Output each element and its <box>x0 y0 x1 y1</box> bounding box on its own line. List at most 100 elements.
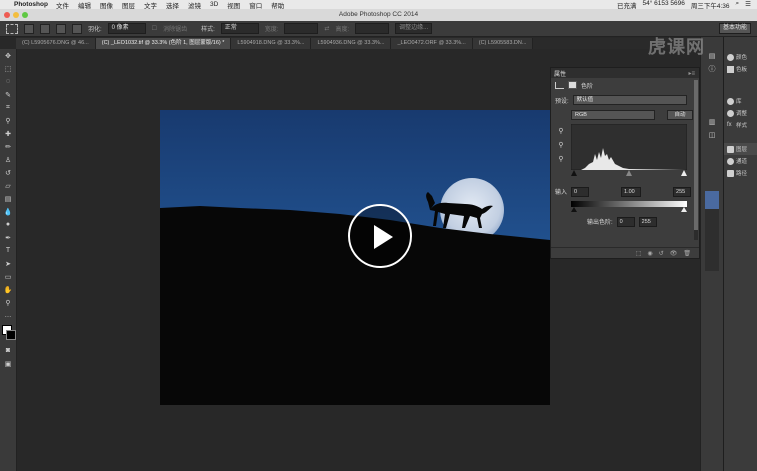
panel-styles[interactable]: fx 样式 <box>724 119 757 131</box>
workspace-select[interactable]: 基本功能 <box>718 23 751 34</box>
history-brush-tool-icon[interactable]: ↺ <box>0 166 16 179</box>
zoom-window-button[interactable] <box>22 12 28 18</box>
preset-label: 预设: <box>555 98 569 105</box>
width-input[interactable] <box>284 23 319 34</box>
panel-libraries[interactable]: 库 <box>724 95 757 107</box>
channels-icon <box>727 157 734 165</box>
hand-tool-icon[interactable]: ✋ <box>0 283 16 296</box>
style-label: 样式: <box>201 27 215 33</box>
black-eyedropper-icon[interactable]: ⚲ <box>553 124 569 138</box>
levels-histogram <box>571 124 687 170</box>
tab-document[interactable]: (C) L5905583.DN... <box>472 38 534 49</box>
dodge-tool-icon[interactable]: ● <box>0 218 16 231</box>
reset-icon[interactable]: ↺ <box>659 250 664 257</box>
play-icon <box>374 225 393 249</box>
mask-icon[interactable] <box>568 81 577 89</box>
subtract-selection-icon[interactable] <box>56 23 66 34</box>
options-bar: 羽化: 0 像素 ☐ 消除锯齿 样式: 正常 宽度: ⇄ 高度: 调整边缘...… <box>0 21 757 37</box>
video-play-button[interactable] <box>348 204 412 268</box>
input-gamma-field[interactable]: 1.00 <box>621 186 642 197</box>
input-sliders[interactable] <box>571 170 687 176</box>
panel-layers[interactable]: 图层 <box>724 143 757 155</box>
eyedropper-tool-icon[interactable]: ⚲ <box>0 114 16 127</box>
refine-edge-button[interactable]: 调整边缘... <box>395 23 433 34</box>
output-white-field[interactable]: 255 <box>638 216 657 227</box>
height-label: 高度: <box>335 27 350 33</box>
tab-document[interactable]: L5904936.DNG @ 33.3%... <box>311 38 392 49</box>
color-swatches-icon[interactable] <box>0 322 16 344</box>
gray-eyedropper-icon[interactable]: ⚲ <box>553 138 569 152</box>
tab-document[interactable]: _LEO0472.ORF @ 33.3%... <box>391 38 473 49</box>
input-label: 输入 <box>555 190 568 196</box>
path-select-tool-icon[interactable]: ➤ <box>0 257 16 270</box>
lasso-tool-icon[interactable]: ◌ <box>0 75 16 88</box>
panel-menu-icon[interactable]: ▸≡ <box>688 70 695 77</box>
histogram-icon[interactable]: ▥ <box>701 115 723 128</box>
swap-icon[interactable]: ⇄ <box>324 25 329 32</box>
channel-select[interactable]: RGB <box>571 110 655 120</box>
panel-scrollbar[interactable] <box>694 80 698 240</box>
move-tool-icon[interactable]: ✥ <box>0 49 16 62</box>
blur-tool-icon[interactable]: 💧 <box>0 205 16 218</box>
new-selection-icon[interactable] <box>24 23 34 34</box>
mac-menu-bar: Photoshop 文件 编辑 图像 图层 文字 选择 滤镜 3D 视图 窗口 … <box>0 0 757 10</box>
view-previous-icon[interactable]: ◉ <box>647 250 652 257</box>
horse-moon-photo <box>160 110 550 405</box>
adjust-icon <box>727 109 734 117</box>
tab-document[interactable]: (C) L5905676.DNG @ 46... <box>16 38 96 49</box>
panel-icon-strip: ▤ ⓘ ▥ ◫ <box>700 37 723 471</box>
output-label: 输出色阶: <box>587 220 613 226</box>
panel-paths[interactable]: 路径 <box>724 167 757 179</box>
zoom-tool-icon[interactable]: ⚲ <box>0 296 16 309</box>
panel-channels[interactable]: 通道 <box>724 155 757 167</box>
close-window-button[interactable] <box>4 12 10 18</box>
quick-select-tool-icon[interactable]: ✎ <box>0 88 16 101</box>
pen-tool-icon[interactable]: ✒ <box>0 231 16 244</box>
clone-stamp-tool-icon[interactable]: ♙ <box>0 153 16 166</box>
healing-brush-tool-icon[interactable]: ✚ <box>0 127 16 140</box>
marquee-tool-icon[interactable] <box>6 23 18 34</box>
marquee-tool-icon[interactable]: ⬚ <box>0 62 16 75</box>
height-input[interactable] <box>355 23 390 34</box>
intersect-selection-icon[interactable] <box>72 23 82 34</box>
fx-icon: fx <box>727 121 732 128</box>
panel-color[interactable]: 颜色 <box>724 51 757 63</box>
window-title-bar: Adobe Photoshop CC 2014 <box>0 9 757 21</box>
quick-mask-icon[interactable]: ◙ <box>0 344 16 357</box>
output-black-field[interactable]: 0 <box>616 216 635 227</box>
auto-button[interactable]: 自动 <box>667 110 693 120</box>
visibility-icon[interactable]: 👁 <box>670 250 678 257</box>
antialias-checkbox[interactable]: ☐ <box>152 25 157 32</box>
style-select[interactable]: 正常 <box>220 23 259 34</box>
menu-3d[interactable]: 3D <box>210 1 218 8</box>
info-icon[interactable]: ⓘ <box>701 62 723 75</box>
gradient-tool-icon[interactable]: ▤ <box>0 192 16 205</box>
more-tools-icon[interactable]: … <box>0 309 16 322</box>
feather-input[interactable]: 0 像素 <box>107 23 146 34</box>
type-tool-icon[interactable]: T <box>0 244 16 257</box>
panel-adjustments[interactable]: 调整 <box>724 107 757 119</box>
crop-tool-icon[interactable]: ⌗ <box>0 101 16 114</box>
brush-tool-icon[interactable]: ✏ <box>0 140 16 153</box>
output-sliders[interactable] <box>571 207 687 212</box>
preset-select[interactable]: 默认值 <box>572 95 687 105</box>
add-selection-icon[interactable] <box>40 23 50 34</box>
tab-document[interactable]: L5904918.DNG @ 33.3%... <box>231 38 312 49</box>
input-black-field[interactable]: 0 <box>571 186 590 197</box>
clip-to-layer-icon[interactable]: ⬚ <box>636 250 642 257</box>
white-eyedropper-icon[interactable]: ⚲ <box>553 152 569 166</box>
app-menu[interactable]: Photoshop <box>14 1 48 8</box>
document-image[interactable] <box>160 110 550 405</box>
width-label: 宽度: <box>264 27 279 33</box>
rectangle-tool-icon[interactable]: ▭ <box>0 270 16 283</box>
tab-document-active[interactable]: (C) _LEO1032.tif @ 33.3% (色阶 1, 图层蒙版/16)… <box>95 38 232 49</box>
collapsed-panels: 颜色 色板 库 调整 fx 样式 图层 通道 路径 <box>723 37 757 471</box>
screen-mode-icon[interactable]: ▣ <box>0 357 16 370</box>
eraser-tool-icon[interactable]: ▱ <box>0 179 16 192</box>
panel-swatches[interactable]: 色板 <box>724 63 757 75</box>
panel-footer: ⬚ ◉ ↺ 👁 🗑 <box>551 247 699 258</box>
minimize-window-button[interactable] <box>13 12 19 18</box>
navigator-icon[interactable]: ◫ <box>701 128 723 141</box>
delete-icon[interactable]: 🗑 <box>683 250 691 257</box>
input-white-field[interactable]: 255 <box>673 186 692 197</box>
